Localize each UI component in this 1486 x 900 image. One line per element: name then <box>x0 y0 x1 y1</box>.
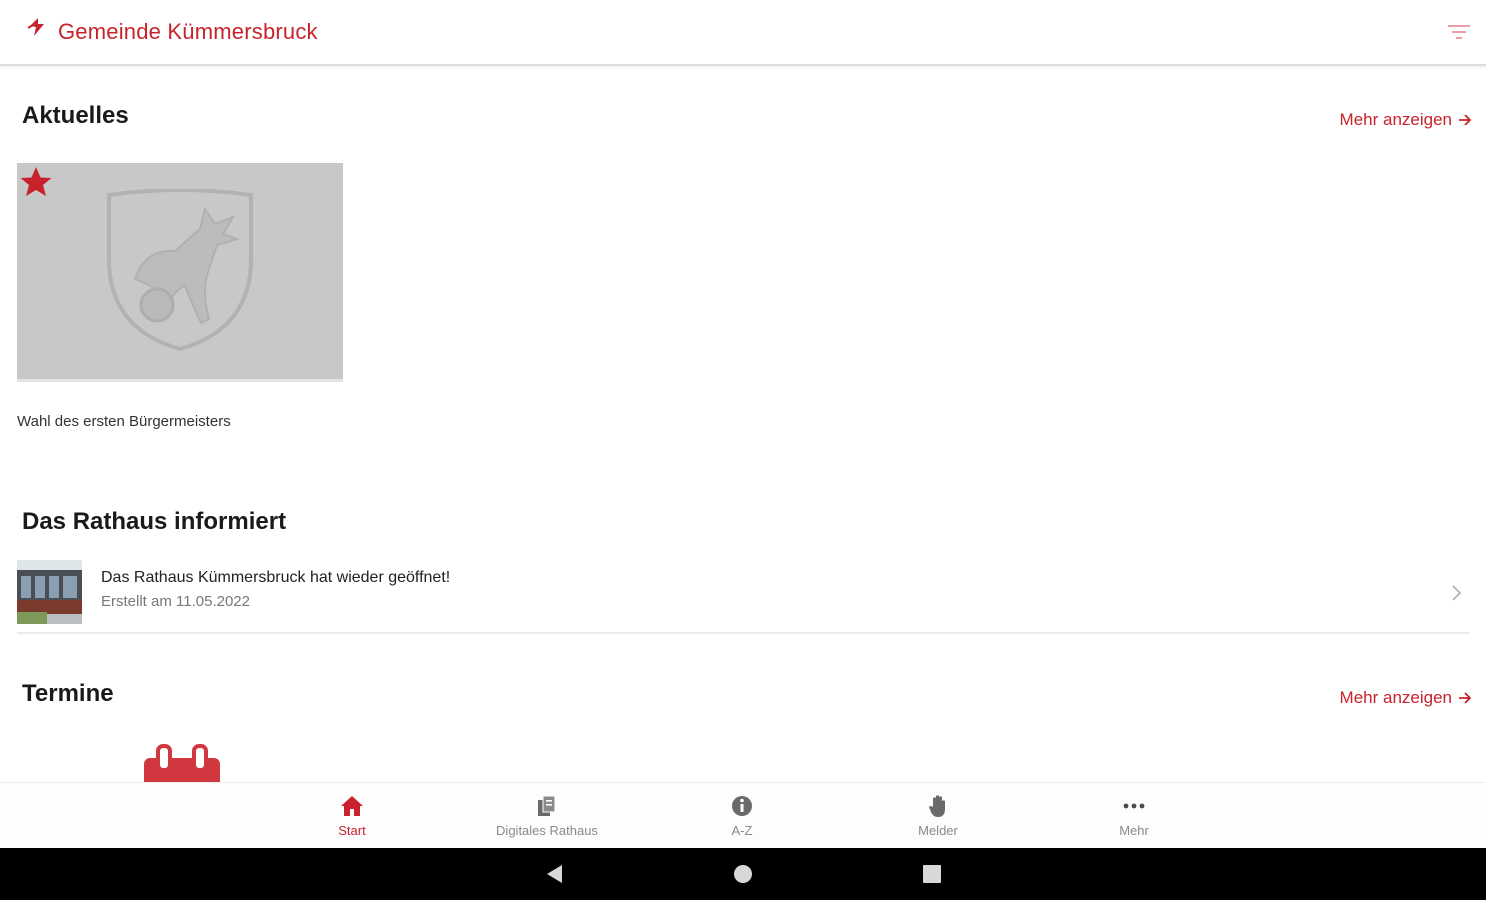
chevron-right-icon <box>1452 585 1462 601</box>
nav-label: Start <box>338 823 366 838</box>
more-link-label: Mehr anzeigen <box>1339 110 1452 129</box>
nav-item-melder[interactable]: Melder <box>858 793 1018 843</box>
coat-of-arms-icon <box>107 189 253 352</box>
app-bar: Gemeinde Kümmersbruck <box>0 0 1486 66</box>
nav-item-a-z[interactable]: A-Z <box>662 793 822 843</box>
arrow-right-icon <box>1459 692 1472 704</box>
documents-icon <box>538 795 556 816</box>
news-image <box>17 163 343 382</box>
filter-icon[interactable] <box>1448 24 1470 40</box>
home-circle-icon[interactable] <box>731 862 755 886</box>
aktuelles-more-link[interactable]: Mehr anzeigen <box>1340 110 1472 130</box>
calendar-icon <box>144 744 220 784</box>
nav-item-mehr[interactable]: Mehr <box>1054 793 1214 843</box>
section-title-termine: Termine <box>22 680 114 707</box>
nav-label: A-Z <box>731 823 753 838</box>
hand-icon <box>929 795 945 817</box>
back-icon[interactable] <box>543 862 567 886</box>
nav-item-start[interactable]: Start <box>272 793 432 843</box>
more-link-label: Mehr anzeigen <box>1339 688 1452 707</box>
more-icon <box>1123 803 1145 809</box>
info-item-title: Das Rathaus Kümmersbruck hat wieder geöf… <box>101 569 451 586</box>
nav-label: Mehr <box>1119 823 1149 838</box>
app-title: Gemeinde Kümmersbruck <box>58 19 318 44</box>
bottom-navigation: Start Digitales Rathaus A-Z Melder Mehr <box>0 782 1486 849</box>
info-icon <box>732 796 752 816</box>
nav-label: Digitales Rathaus <box>496 823 598 838</box>
info-item-date: Erstellt am 11.05.2022 <box>101 593 250 610</box>
news-caption[interactable]: Wahl des ersten Bürgermeisters <box>17 413 231 430</box>
system-navigation-bar <box>0 848 1486 900</box>
termine-more-link[interactable]: Mehr anzeigen <box>1340 688 1472 708</box>
section-title-aktuelles: Aktuelles <box>22 102 129 129</box>
arrow-right-icon <box>1459 114 1472 126</box>
home-icon <box>341 796 363 816</box>
section-title-rathaus: Das Rathaus informiert <box>22 508 287 535</box>
list-item[interactable]: Das Rathaus Kümmersbruck hat wieder geöf… <box>17 556 1469 634</box>
recents-icon[interactable] <box>920 862 944 886</box>
municipality-logo-icon <box>27 18 44 36</box>
news-card[interactable] <box>17 163 343 385</box>
rathaus-thumbnail <box>17 560 82 624</box>
nav-label: Melder <box>918 823 958 838</box>
nav-item-digitales-rathaus[interactable]: Digitales Rathaus <box>467 793 627 843</box>
star-icon <box>20 167 52 196</box>
